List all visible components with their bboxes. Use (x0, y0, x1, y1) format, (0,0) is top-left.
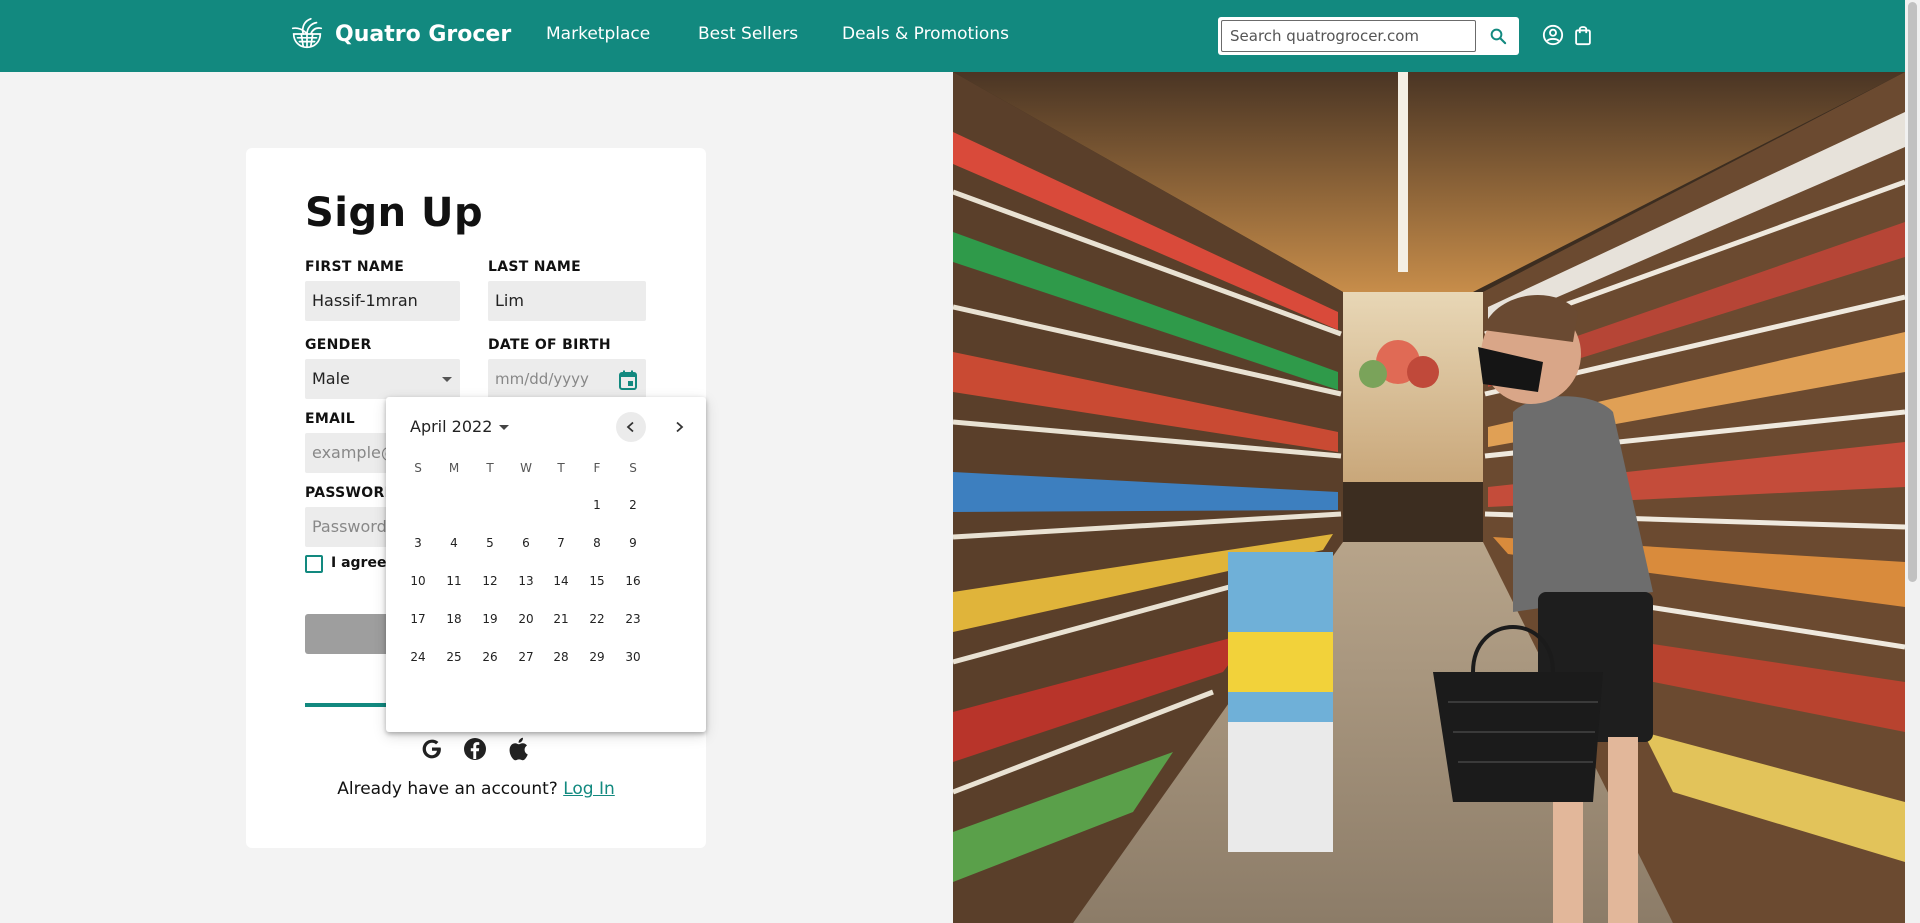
account-icon (1542, 24, 1564, 46)
hero-photo-grocery-aisle (953, 72, 1905, 923)
calendar-icon (619, 370, 637, 390)
scrollbar-thumb[interactable] (1908, 2, 1917, 582)
facebook-sign-in-button[interactable] (462, 736, 488, 762)
calendar-day[interactable]: 16 (618, 566, 648, 596)
nav-link-best-sellers[interactable]: Best Sellers (698, 24, 798, 44)
weekday-header: S (414, 461, 422, 475)
gender-label: GENDER (305, 337, 372, 353)
search-button[interactable] (1480, 20, 1516, 52)
calendar-day[interactable]: 7 (546, 528, 576, 558)
date-picker-toggle[interactable] (617, 369, 639, 391)
calendar-day[interactable]: 4 (439, 528, 469, 558)
calendar-day[interactable]: 21 (546, 604, 576, 634)
password-label: PASSWORD (305, 485, 397, 501)
weekday-header: W (520, 461, 532, 475)
calendar-day[interactable]: 27 (511, 642, 541, 672)
calendar-day[interactable]: 18 (439, 604, 469, 634)
account-button[interactable] (1540, 22, 1566, 48)
date-picker-popup: April 2022 S M T W T F S 1 2 3 4 5 6 7 8 9 10 11 12 13 14 15 1… (386, 397, 706, 732)
calendar-day[interactable]: 24 (403, 642, 433, 672)
calendar-day[interactable]: 5 (475, 528, 505, 558)
nav-link-marketplace[interactable]: Marketplace (546, 24, 650, 44)
weekday-header: F (593, 461, 601, 475)
email-label: EMAIL (305, 411, 355, 427)
calendar-day[interactable]: 9 (618, 528, 648, 558)
calendar-day[interactable]: 13 (511, 566, 541, 596)
page-scrollbar[interactable] (1905, 0, 1920, 923)
nav-link-deals-promotions[interactable]: Deals & Promotions (842, 24, 1009, 44)
weekday-header: S (629, 461, 637, 475)
page-title: Sign Up (305, 190, 484, 236)
calendar-day[interactable]: 26 (475, 642, 505, 672)
calendar-day[interactable]: 6 (511, 528, 541, 558)
calendar-day[interactable]: 19 (475, 604, 505, 634)
chevron-right-icon (676, 421, 684, 433)
last-name-label: LAST NAME (488, 259, 582, 275)
calendar-day[interactable]: 14 (546, 566, 576, 596)
cart-button[interactable] (1570, 22, 1596, 48)
calendar-day[interactable]: 28 (546, 642, 576, 672)
login-prompt: Already have an account? Log In (246, 779, 706, 799)
calendar-day[interactable]: 15 (582, 566, 612, 596)
weekday-header: M (448, 461, 460, 475)
first-name-field[interactable]: Hassif-1mran (305, 281, 460, 321)
chevron-down-icon (442, 377, 452, 382)
calendar-day[interactable]: 12 (475, 566, 505, 596)
calendar-day[interactable]: 8 (582, 528, 612, 558)
search-input[interactable] (1221, 20, 1476, 52)
search-box (1218, 17, 1519, 55)
gender-select[interactable]: Male (305, 359, 460, 399)
google-icon (422, 739, 441, 759)
calendar-day[interactable]: 22 (582, 604, 612, 634)
date-of-birth-label: DATE OF BIRTH (488, 337, 611, 353)
calendar-day[interactable]: 1 (582, 490, 612, 520)
top-navbar: Quatro Grocer Marketplace Best Sellers D… (0, 0, 1920, 72)
next-month-button[interactable] (664, 412, 694, 442)
login-prompt-text: Already have an account? (337, 779, 558, 799)
agree-label: I agree (331, 555, 387, 571)
apple-sign-in-button[interactable] (505, 736, 531, 762)
shopping-bag-icon (1575, 26, 1591, 46)
agree-checkbox[interactable] (305, 555, 323, 573)
month-year-selector[interactable]: April 2022 (410, 417, 492, 436)
brand-logo[interactable]: Quatro Grocer (288, 15, 511, 53)
calendar-day[interactable]: 11 (439, 566, 469, 596)
chevron-left-icon (626, 421, 634, 433)
facebook-icon (464, 738, 486, 760)
apple-icon (509, 737, 528, 761)
log-in-link[interactable]: Log In (563, 779, 615, 799)
basket-logo-icon (291, 17, 323, 49)
search-icon (1490, 28, 1507, 45)
weekday-header: T (486, 461, 494, 475)
google-sign-in-button[interactable] (419, 736, 445, 762)
month-dropdown-icon[interactable] (499, 425, 509, 430)
calendar-day[interactable]: 25 (439, 642, 469, 672)
calendar-day[interactable]: 2 (618, 490, 648, 520)
brand-name: Quatro Grocer (335, 21, 512, 47)
weekday-header: T (557, 461, 565, 475)
calendar-day[interactable]: 3 (403, 528, 433, 558)
calendar-day[interactable]: 29 (582, 642, 612, 672)
last-name-field[interactable]: Lim (488, 281, 646, 321)
calendar-day[interactable]: 17 (403, 604, 433, 634)
calendar-day[interactable]: 23 (618, 604, 648, 634)
calendar-day[interactable]: 20 (511, 604, 541, 634)
first-name-label: FIRST NAME (305, 259, 405, 275)
calendar-day[interactable]: 30 (618, 642, 648, 672)
calendar-day[interactable]: 10 (403, 566, 433, 596)
previous-month-button[interactable] (616, 412, 646, 442)
